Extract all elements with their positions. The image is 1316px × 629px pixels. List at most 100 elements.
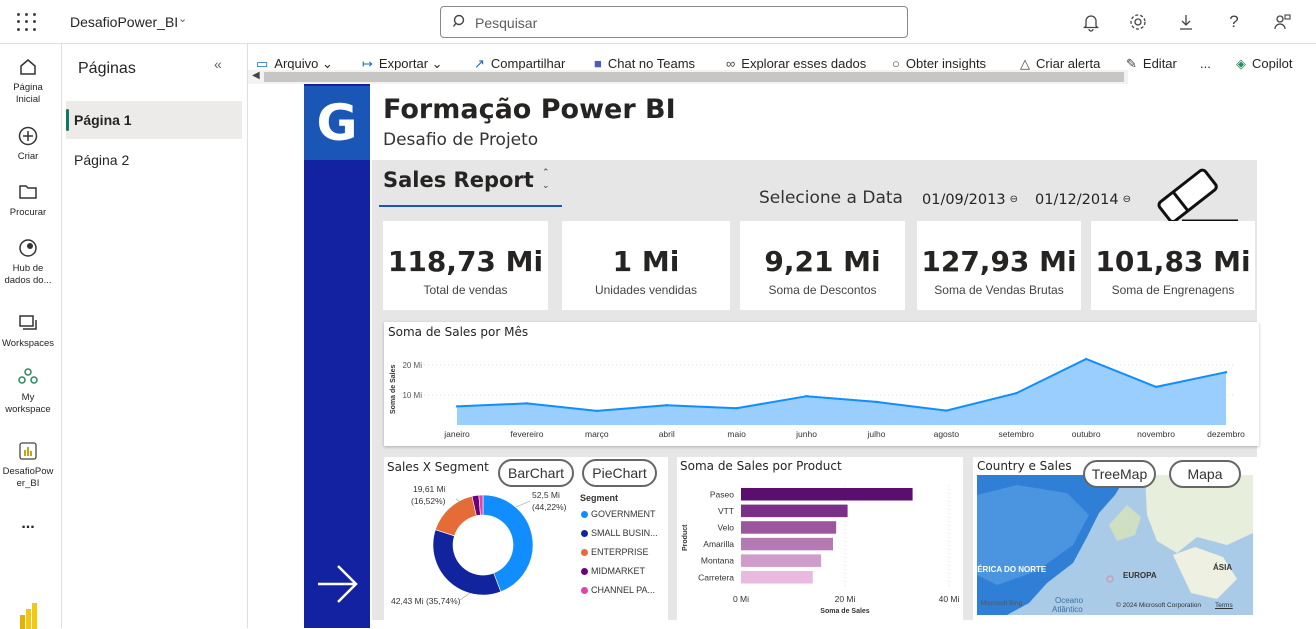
country-sales-map[interactable]: Country e Sales IÉRICA DO NORTE EUROPA Á… [973,457,1257,620]
date-end-input[interactable]: 01/12/2014 ⊖ [1029,186,1137,214]
pages-title: Páginas [78,60,136,77]
get-insights-button[interactable]: ○ Obter insights [892,56,986,71]
legend-item[interactable]: MIDMARKET [581,566,645,576]
kpi-card: 118,73 Mi Total de vendas [383,221,548,310]
next-page-arrow-icon[interactable] [316,564,360,604]
copilot-button[interactable]: ◈ Copilot [1236,56,1292,72]
page-tab-2[interactable]: Página 2 [66,141,242,179]
scroll-left-icon[interactable]: ◀ [252,70,260,81]
kpi-label: Soma de Engrenagens [1111,283,1235,297]
y-axis-title: Soma de Sales [390,364,397,414]
bar [741,571,813,584]
chart-title: Country e Sales [977,459,1072,473]
y-tick-label: 10 Mi [402,391,422,400]
legend-item[interactable]: ENTERPRISE [581,547,649,557]
bar-chart-svg: 0 Mi 20 Mi 40 Mi Paseo VTT Velo Amarilla Montan… [682,485,960,615]
leader-line [515,500,531,508]
rail-data-hub[interactable]: Hub de dados do... [0,237,56,287]
download-icon[interactable] [1176,12,1196,32]
sales-by-segment-chart[interactable]: Sales X Segment BarChart PieChart 19,61 … [384,457,668,620]
scrollbar-thumb[interactable] [264,72,1124,82]
legend-title: Segment [580,493,619,503]
search-box[interactable]: Pesquisar [440,6,908,38]
explore-data-button[interactable]: ∞ Explorar esses dados [726,56,866,71]
x-tick-label: julho [866,429,885,439]
y-tick-label: VTT [718,506,734,516]
page-tab-1[interactable]: Página 1 [66,101,242,139]
report-subtitle: Desafio de Projeto [383,130,539,150]
teams-chat-button[interactable]: ■ Chat no Teams [594,56,695,71]
more-icon[interactable]: ... [0,516,56,532]
bing-logo: Microsoft Bing [981,600,1023,607]
x-tick-label: junho [795,429,817,439]
report-logo: G [304,86,370,160]
report-side-band [304,84,370,628]
x-tick-label: fevereiro [510,429,543,439]
collapse-pane-icon[interactable]: « [214,56,222,72]
y-axis-title: Product [682,524,689,551]
map-terms-link[interactable]: Terms [1215,602,1233,609]
legend-label: ENTERPRISE [591,547,649,557]
donut-slice [432,529,502,596]
lightbulb-icon: ○ [892,56,900,71]
map-attribution: © 2024 Microsoft Corporation [1116,602,1201,609]
section-scroll-arrows[interactable]: ⌃ ⌄ [542,166,550,192]
date-start-input[interactable]: 01/09/2013 ⊖ [916,186,1024,214]
kpi-value: 118,73 Mi [387,245,544,278]
data-point [1154,385,1158,389]
x-tick-label: novembro [1137,429,1175,439]
kpi-label: Soma de Vendas Brutas [934,283,1064,297]
data-point [595,409,599,413]
rail-label: Procurar [9,207,47,218]
legend-item[interactable]: SMALL BUSIN... [581,528,658,538]
legend-item[interactable]: CHANNEL PA... [581,585,655,595]
x-tick-label: agosto [934,429,960,439]
rail-report[interactable]: DesafioPow er_BI [0,440,56,490]
app-launcher-icon[interactable] [14,10,38,34]
gear-icon[interactable] [1128,12,1148,32]
x-tick-label: dezembro [1207,429,1245,439]
world-map[interactable] [977,475,1253,615]
legend-label: MIDMARKET [591,566,645,576]
export-icon: ↦ [362,56,373,71]
data-point [455,405,459,408]
chevron-down-icon[interactable]: ⌄ [178,12,187,25]
rail-label: Página [13,82,43,93]
y-tick-label: Carretera [698,572,734,582]
bell-icon[interactable] [1081,12,1101,32]
rail-home[interactable]: Página Inicial [0,56,56,106]
treemap-toggle-button[interactable]: TreeMap [1083,460,1156,488]
sales-by-product-chart[interactable]: Soma de Sales por Product 0 Mi 20 Mi 40 Mi… [677,457,963,620]
edit-button[interactable]: ✎ Editar [1126,56,1177,72]
kpi-label: Unidades vendidas [594,283,698,297]
data-point [1224,371,1228,374]
pages-pane: Páginas « Página 1 Página 2 [62,44,248,628]
data-label: (16,52%) [411,496,446,506]
workspace-name[interactable]: DesafioPower_BI [70,14,178,30]
calendar-icon[interactable]: ⊖ [1010,186,1018,214]
y-tick-label: Amarilla [703,539,734,549]
horizontal-scrollbar[interactable]: ◀ [248,70,1128,84]
help-icon[interactable]: ? [1224,12,1244,32]
kpi-label: Soma de Descontos [768,283,877,297]
rail-label: Inicial [15,94,41,105]
bar [741,554,822,567]
share-feedback-icon[interactable] [1272,12,1292,32]
x-tick-label: 40 Mi [939,594,960,604]
map-toggle-button[interactable]: Mapa [1169,460,1241,488]
sales-by-month-chart[interactable]: Soma de Sales por Mês 10 Mi 20 Mi Soma de … [384,322,1259,446]
section-underline [379,205,562,207]
rail-my-workspace[interactable]: My workspace [0,366,56,416]
date-label: Selecione a Data [759,188,903,208]
more-options-button[interactable]: ... [1200,56,1211,71]
rail-workspaces[interactable]: Workspaces [0,312,56,350]
rail-browse[interactable]: Procurar [0,181,56,219]
calendar-icon[interactable]: ⊖ [1123,186,1131,214]
x-tick-label: março [585,429,609,439]
legend-item[interactable]: GOVERNMENT [581,509,656,519]
eraser-clear-filters-icon[interactable] [1150,166,1240,224]
search-input[interactable]: Pesquisar [475,15,537,31]
rail-create[interactable]: Criar [0,125,56,163]
legend-label: CHANNEL PA... [591,585,656,595]
data-point [665,404,668,407]
